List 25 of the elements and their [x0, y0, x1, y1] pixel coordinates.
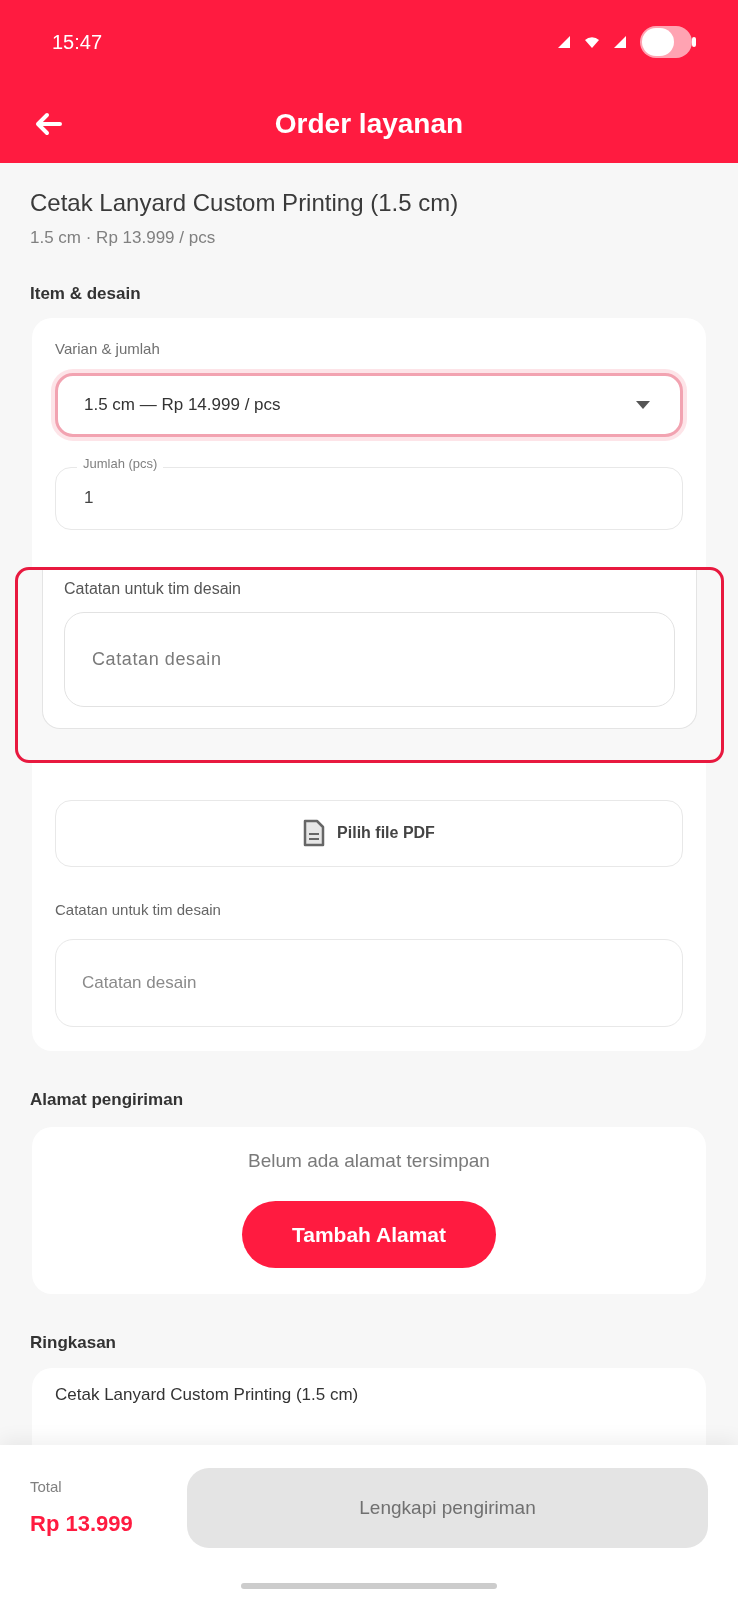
signal-icon: [612, 34, 628, 50]
add-address-button[interactable]: Tambah Alamat: [242, 1201, 496, 1268]
page-title: Order layanan: [273, 106, 465, 141]
product-title: Cetak Lanyard Custom Printing (1.5 cm): [30, 188, 460, 218]
total-label: Total: [30, 1477, 63, 1498]
file-icon: [303, 819, 326, 847]
product-subtitle: 1.5 cm · Rp 13.999 / pcs: [30, 227, 217, 249]
section-heading: Item & desain: [30, 282, 142, 305]
status-time: 15:47: [52, 30, 103, 55]
signal-icon: [556, 34, 572, 50]
empty-message: Belum ada alamat tersimpan: [248, 1148, 490, 1173]
total-amount: Rp 13.999: [30, 1509, 134, 1538]
back-arrow-icon: [34, 111, 62, 136]
field-label: Catatan untuk tim desain: [55, 899, 222, 920]
notes-field[interactable]: Catatan desain: [64, 612, 675, 707]
summary-item: Cetak Lanyard Custom Printing (1.5 cm): [55, 1383, 360, 1406]
notes-field[interactable]: Catatan desain: [55, 939, 683, 1027]
caret-icon: [636, 400, 650, 409]
field-label: Catatan untuk tim desain: [64, 579, 242, 599]
section-heading: Ringkasan: [30, 1332, 117, 1354]
section-heading: Alamat pengiriman: [30, 1089, 185, 1111]
battery-icon: [640, 26, 696, 58]
field-label: Varian & jumlah: [55, 339, 161, 359]
upload-button[interactable]: Pilih file PDF: [55, 799, 683, 867]
wifi-icon: [584, 35, 600, 49]
